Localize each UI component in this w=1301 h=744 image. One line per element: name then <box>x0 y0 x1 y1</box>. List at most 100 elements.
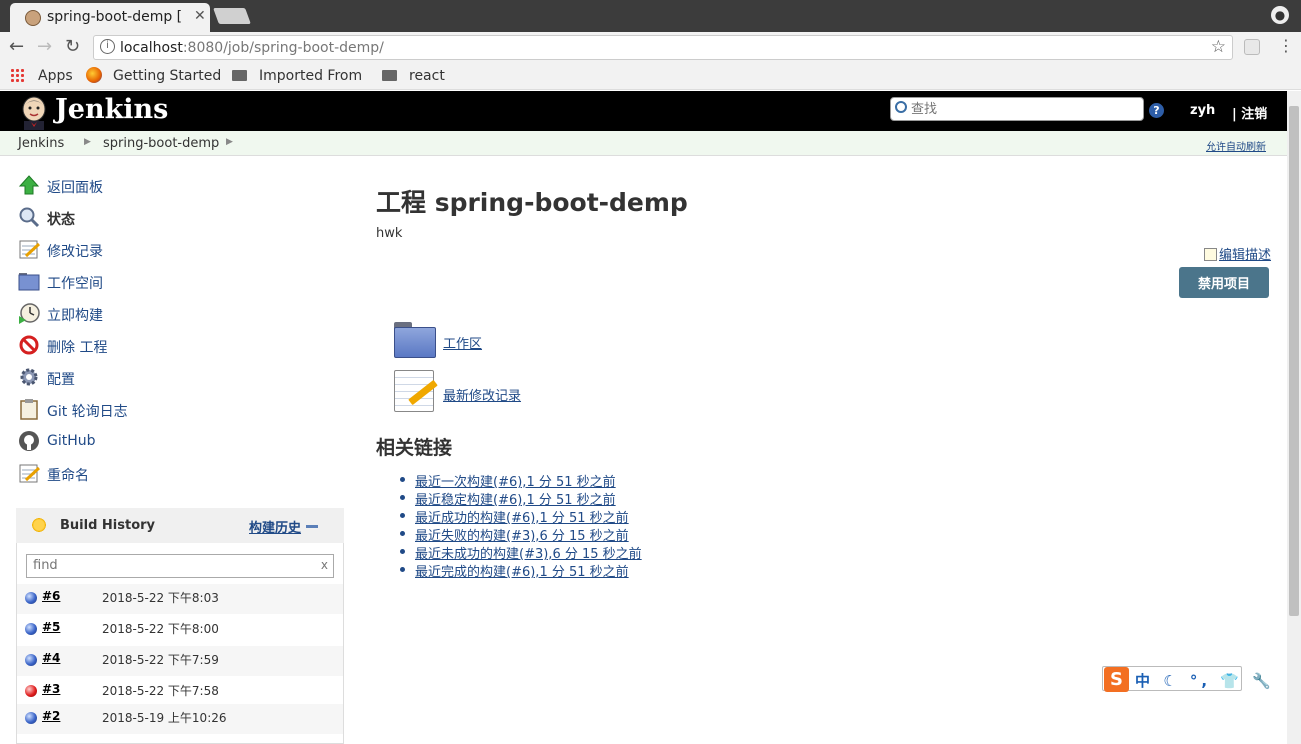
permalink-last-stable[interactable]: 最近稳定构建(#6),1 分 51 秒之前 <box>415 489 616 508</box>
clear-filter-icon[interactable]: x <box>321 558 328 572</box>
edit-icon <box>1204 248 1217 261</box>
help-icon[interactable]: ? <box>1149 103 1164 118</box>
bullet <box>400 549 405 554</box>
reload-icon[interactable]: ↻ <box>65 36 80 57</box>
build-number-link[interactable]: #5 <box>42 620 60 634</box>
browser-toolbar: ← → ↻ i localhost:8080/job/spring-boot-d… <box>0 32 1301 62</box>
build-history-trend-link[interactable]: 构建历史 <box>249 517 301 536</box>
chevron-right-icon[interactable]: ▶ <box>84 137 91 147</box>
no-entry-icon <box>19 335 39 355</box>
bullet <box>400 531 405 536</box>
back-icon[interactable]: ← <box>9 36 24 57</box>
info-icon[interactable]: i <box>100 39 115 54</box>
bookmark-getting-started[interactable]: Getting Started <box>113 68 221 84</box>
collapse-icon[interactable] <box>306 525 318 528</box>
build-filter-box: x <box>26 554 334 578</box>
task-label: 返回面板 <box>47 180 103 196</box>
breadcrumb-job[interactable]: spring-boot-demp <box>103 136 219 151</box>
build-row[interactable]: #4 2018-5-22 下午7:59 <box>17 646 343 676</box>
search-icon <box>895 101 907 113</box>
build-row[interactable]: #2 2018-5-19 上午10:26 <box>17 704 343 734</box>
permalink-last-successful[interactable]: 最近成功的构建(#6),1 分 51 秒之前 <box>415 507 629 526</box>
breadcrumb: Jenkins ▶ spring-boot-demp ▶ <box>0 131 1287 156</box>
task-label: 工作空间 <box>47 276 103 292</box>
build-status-red-icon <box>25 685 37 697</box>
scrollbar-thumb[interactable] <box>1289 106 1299 616</box>
task-label: 重命名 <box>47 468 89 484</box>
user-link[interactable]: zyh <box>1190 103 1215 118</box>
browser-tab[interactable]: spring-boot-demp [ ✕ <box>10 3 210 32</box>
build-date[interactable]: 2018-5-22 下午7:59 <box>102 651 219 668</box>
disable-project-button[interactable]: 禁用项目 <box>1179 267 1269 298</box>
tab-close-icon[interactable]: ✕ <box>194 8 206 24</box>
build-row[interactable]: #5 2018-5-22 下午8:00 <box>17 615 343 645</box>
menu-kebab-icon[interactable]: ⋮ <box>1278 36 1294 55</box>
build-date[interactable]: 2018-5-19 上午10:26 <box>102 709 227 726</box>
bullet <box>400 513 405 518</box>
chevron-right-icon[interactable]: ▶ <box>226 137 233 147</box>
forward-icon[interactable]: → <box>37 36 52 57</box>
bullet <box>400 477 405 482</box>
address-bar[interactable]: i localhost:8080/job/spring-boot-demp/ ☆ <box>93 35 1233 60</box>
build-history-title: Build History <box>60 518 156 533</box>
build-filter-input[interactable] <box>33 558 313 573</box>
new-tab-button[interactable] <box>213 8 251 24</box>
bookmark-star-icon[interactable]: ☆ <box>1211 37 1226 57</box>
workspace-folder-icon[interactable] <box>394 322 436 358</box>
build-date[interactable]: 2018-5-22 下午8:03 <box>102 589 219 606</box>
task-label: 立即构建 <box>47 308 103 324</box>
page-title: 工程 spring-boot-demp <box>376 188 688 217</box>
build-number-link[interactable]: #6 <box>42 589 60 603</box>
workspace-link[interactable]: 工作区 <box>443 333 482 352</box>
task-label: 修改记录 <box>47 244 103 260</box>
task-label: 状态 <box>47 212 75 228</box>
sogou-logo-icon[interactable]: S <box>1104 667 1129 692</box>
bookmark-imported-from[interactable]: Imported From <box>259 68 362 84</box>
build-status-blue-icon <box>25 623 37 635</box>
bookmark-apps[interactable]: Apps <box>38 68 73 84</box>
build-number-link[interactable]: #3 <box>42 682 60 696</box>
build-status-blue-icon <box>25 712 37 724</box>
breadcrumb-jenkins[interactable]: Jenkins <box>18 136 64 151</box>
url-text: localhost:8080/job/spring-boot-demp/ <box>120 40 384 56</box>
ime-toolbar[interactable]: S 中 ☾ °, 👕 🔧 <box>1102 666 1271 692</box>
build-number-link[interactable]: #4 <box>42 651 60 665</box>
recent-changes-link[interactable]: 最新修改记录 <box>443 385 521 404</box>
apps-grid-icon <box>10 68 24 82</box>
permalink-last-failed[interactable]: 最近失败的构建(#3),6 分 15 秒之前 <box>415 525 629 544</box>
jenkins-butler-icon[interactable] <box>18 96 50 130</box>
enable-auto-refresh-link[interactable]: 允许自动刷新 <box>1206 138 1266 153</box>
task-label: 删除 工程 <box>47 340 108 356</box>
permalink-last-unsuccessful[interactable]: 最近未成功的构建(#3),6 分 15 秒之前 <box>415 543 642 562</box>
gear-icon <box>20 368 38 386</box>
logout-link[interactable]: | 注销 <box>1232 103 1267 122</box>
clipboard-icon <box>20 399 38 420</box>
folder-icon <box>382 70 397 81</box>
build-date[interactable]: 2018-5-22 下午7:58 <box>102 682 219 699</box>
browser-tab-bar: spring-boot-demp [ ✕ ● <box>0 0 1301 32</box>
build-number-link[interactable]: #2 <box>42 709 60 723</box>
build-row[interactable]: #3 2018-5-22 下午7:58 <box>17 677 343 707</box>
tab-title: spring-boot-demp [ <box>47 9 183 25</box>
folder-icon <box>18 273 40 291</box>
edit-description-link[interactable]: 编辑描述 <box>1204 244 1271 263</box>
task-label: Git 轮询日志 <box>47 404 128 420</box>
extension-icon[interactable] <box>1244 39 1260 55</box>
changes-notepad-icon[interactable] <box>394 370 438 412</box>
search-input[interactable] <box>911 100 1136 118</box>
bullet <box>400 567 405 572</box>
up-arrow-icon <box>18 175 40 195</box>
profile-icon[interactable]: ● <box>1271 6 1289 24</box>
bookmark-react[interactable]: react <box>409 68 445 84</box>
jenkins-favicon-icon <box>25 10 41 26</box>
build-date[interactable]: 2018-5-22 下午8:00 <box>102 620 219 637</box>
jenkins-logo-text[interactable]: Jenkins <box>55 94 168 125</box>
permalinks-heading: 相关链接 <box>376 437 453 459</box>
build-row[interactable]: #6 2018-5-22 下午8:03 <box>17 584 343 614</box>
task-label: 配置 <box>47 372 75 388</box>
permalink-last-build[interactable]: 最近一次构建(#6),1 分 51 秒之前 <box>415 471 616 490</box>
notepad-icon <box>19 464 40 483</box>
permalink-last-completed[interactable]: 最近完成的构建(#6),1 分 51 秒之前 <box>415 561 629 580</box>
search-box <box>890 97 1144 121</box>
ime-controls[interactable]: 中 ☾ °, 👕 🔧 <box>1135 670 1275 691</box>
